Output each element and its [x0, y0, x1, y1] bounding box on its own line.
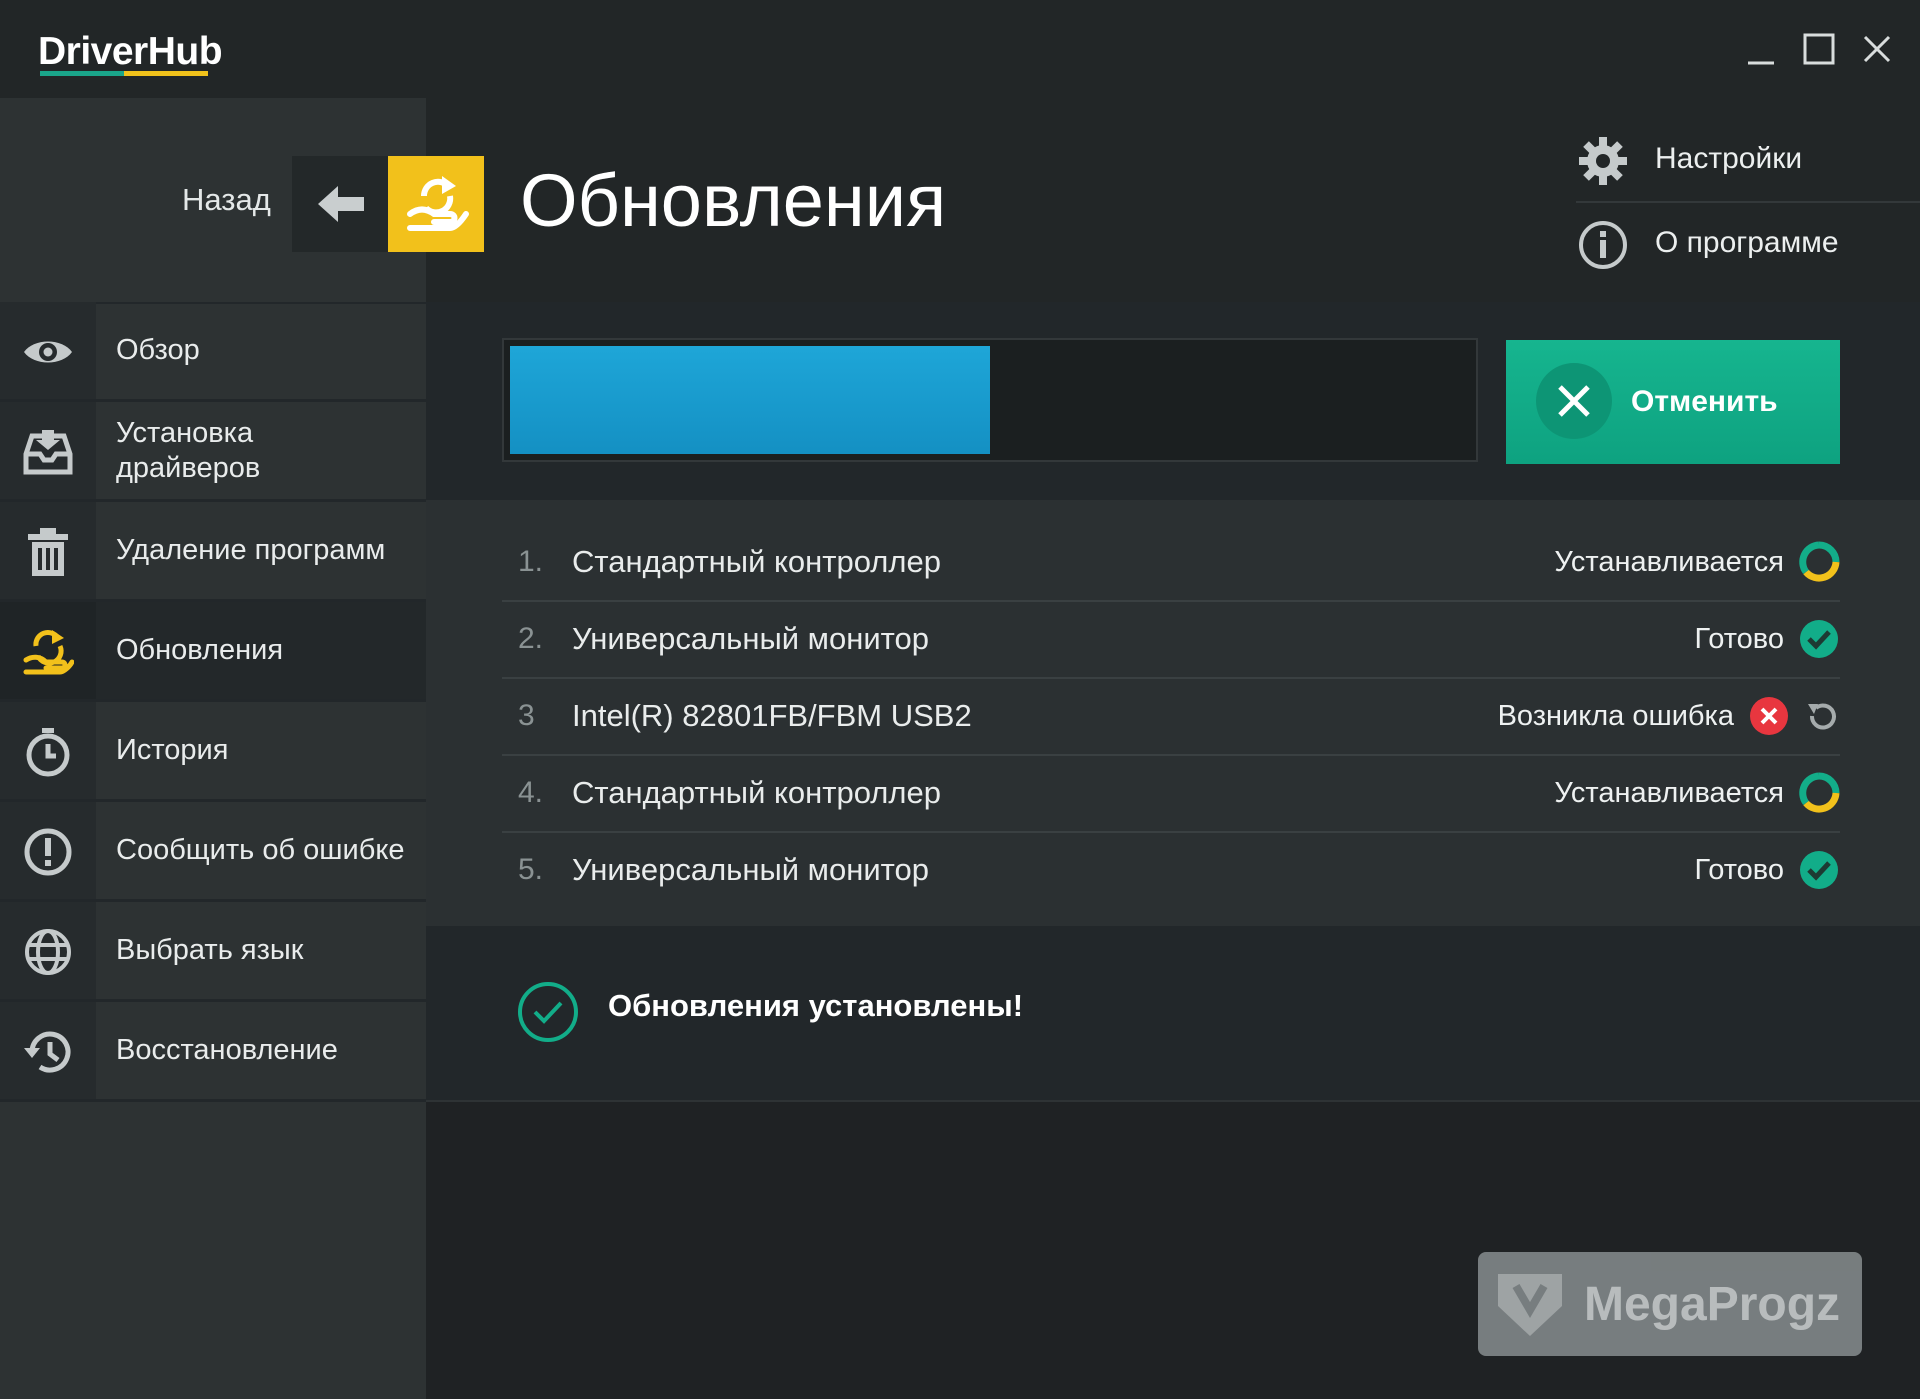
status-text: Устанавливается	[1554, 545, 1784, 578]
error-icon	[1750, 697, 1788, 735]
sidebar-item-updates[interactable]: Обновления	[0, 602, 426, 702]
cancel-circle	[1536, 363, 1612, 439]
item-status: Готово	[1694, 601, 1840, 677]
page-title: Обновления	[520, 159, 947, 242]
spinner-icon	[1799, 772, 1840, 813]
back-button[interactable]	[292, 156, 388, 252]
sidebar-item-history[interactable]: История	[0, 702, 426, 802]
gear-icon	[1579, 137, 1627, 185]
item-number: 1.	[518, 545, 544, 578]
watermark-logo-icon	[1498, 1274, 1562, 1336]
watermark-text: MegaProgz	[1584, 1277, 1841, 1331]
sidebar-item-driver-install[interactable]: Установка драйверов	[0, 402, 426, 502]
spinner-icon	[1799, 541, 1840, 582]
sidebar-item-label: Удаление программ	[116, 534, 386, 566]
progress-bar	[502, 338, 1478, 462]
about-link[interactable]: О программе	[1576, 208, 1920, 278]
update-icon	[407, 176, 469, 231]
settings-link[interactable]: Настройки	[1576, 124, 1920, 194]
eye-icon	[24, 341, 72, 363]
item-number: 5.	[518, 853, 544, 886]
item-name: Intel(R) 82801FB/FBM USB2	[572, 698, 972, 733]
nav-icon-cell	[0, 1002, 96, 1099]
sidebar-item-label: Восстановление	[116, 1034, 338, 1066]
list-item: 4. Стандартный контроллер Устанавливаетс…	[502, 755, 1840, 833]
retry-icon[interactable]	[1804, 698, 1840, 734]
item-name: Универсальный монитор	[572, 852, 929, 887]
info-icon	[1579, 221, 1627, 269]
watermark: MegaProgz	[1478, 1252, 1862, 1356]
globe-icon	[25, 929, 71, 975]
item-status: Возникла ошибка	[1498, 678, 1840, 754]
update-icon	[23, 630, 74, 675]
sidebar-item-label: Сообщить об ошибке	[116, 834, 405, 866]
item-status: Устанавливается	[1554, 755, 1840, 831]
sidebar-header: Назад	[0, 98, 426, 304]
item-status: Устанавливается	[1554, 524, 1840, 600]
item-name: Стандартный контроллер	[572, 775, 941, 810]
minimize-icon	[1748, 61, 1774, 65]
nav-icon-cell	[0, 702, 96, 799]
sidebar-item-restore[interactable]: Восстановление	[0, 1002, 426, 1102]
clock-icon	[26, 728, 70, 777]
nav-icon-cell	[0, 902, 96, 999]
item-number: 2.	[518, 622, 544, 655]
status-text: Возникла ошибка	[1497, 699, 1734, 732]
sidebar-item-label: Обзор	[116, 334, 200, 366]
item-number: 3	[518, 699, 535, 732]
list-item: 3 Intel(R) 82801FB/FBM USB2 Возникла оши…	[502, 678, 1840, 756]
list-item: 2. Универсальный монитор Готово	[502, 601, 1840, 679]
cancel-button[interactable]: Отменить	[1506, 340, 1840, 464]
nav-icon-cell	[0, 302, 96, 399]
settings-label: Настройки	[1655, 142, 1803, 175]
status-text: Устанавливается	[1554, 776, 1784, 809]
list-item: 1. Стандартный контроллер Устанавливаетс…	[502, 524, 1840, 602]
sidebar: Назад Обзор Установка драйверов Удаление…	[0, 98, 426, 1399]
arrow-left-icon	[318, 186, 364, 222]
progress-fill	[510, 346, 990, 454]
sidebar-item-label: Выбрать язык	[116, 934, 304, 966]
close-icon	[1558, 385, 1590, 417]
sidebar-item-label: Установка драйверов	[116, 416, 261, 484]
app-logo: DriverHub	[38, 30, 223, 73]
trash-icon	[28, 528, 68, 576]
item-number: 4.	[518, 776, 544, 809]
maximize-icon	[1803, 33, 1835, 65]
sidebar-item-label: История	[116, 734, 229, 766]
nav-icon-cell	[0, 602, 96, 699]
restore-icon	[24, 1031, 71, 1073]
sidebar-item-label: Обновления	[116, 634, 284, 666]
item-name: Стандартный контроллер	[572, 544, 941, 579]
cancel-label: Отменить	[1631, 385, 1778, 418]
nav-icon-cell	[0, 502, 96, 599]
sidebar-item-language[interactable]: Выбрать язык	[0, 902, 426, 1002]
minimize-button[interactable]	[1738, 26, 1784, 72]
logo-underline	[40, 71, 208, 76]
sidebar-item-overview[interactable]: Обзор	[0, 302, 426, 402]
check-icon	[1800, 620, 1838, 658]
close-button[interactable]	[1854, 26, 1900, 72]
check-circle-icon	[518, 982, 578, 1042]
check-icon	[1800, 851, 1838, 889]
item-status: Готово	[1694, 832, 1840, 908]
sidebar-item-report-error[interactable]: Сообщить об ошибке	[0, 802, 426, 902]
menu-separator	[1576, 201, 1920, 203]
item-name: Универсальный монитор	[572, 621, 929, 656]
nav-icon-cell	[0, 402, 96, 499]
driver-install-icon	[23, 430, 73, 475]
title-bar: DriverHub	[0, 0, 1920, 98]
status-text: Готово	[1694, 853, 1784, 886]
completion-message: Обновления установлены!	[608, 988, 1024, 1023]
sidebar-item-uninstall[interactable]: Удаление программ	[0, 502, 426, 602]
list-item: 5. Универсальный монитор Готово	[502, 832, 1840, 908]
status-text: Готово	[1694, 622, 1784, 655]
about-label: О программе	[1655, 226, 1839, 259]
page-icon	[388, 156, 484, 252]
maximize-button[interactable]	[1796, 26, 1842, 72]
close-icon	[1863, 35, 1891, 63]
back-label[interactable]: Назад	[182, 182, 271, 218]
alert-icon	[24, 828, 72, 876]
nav-icon-cell	[0, 802, 96, 899]
